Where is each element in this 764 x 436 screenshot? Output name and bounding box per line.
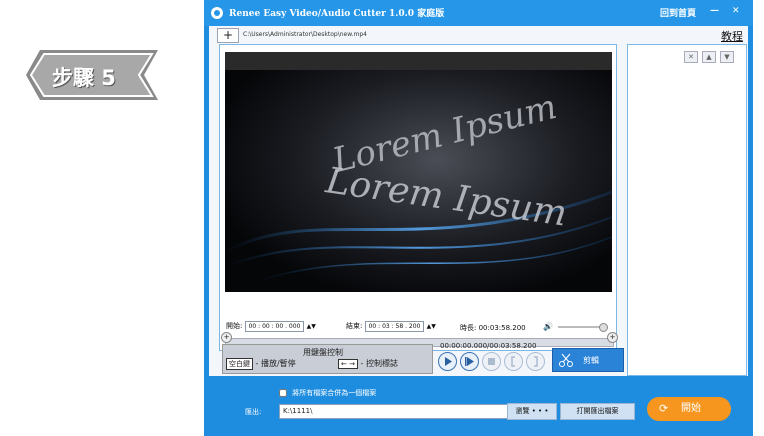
- space-key: 空白鍵: [226, 358, 253, 370]
- keyboard-hint-box: 用鍵盤控制 空白鍵 - 播放/暫停 ← → - 控制標誌: [222, 344, 433, 374]
- play-button[interactable]: [438, 352, 457, 371]
- app-logo-icon: [211, 7, 223, 19]
- stop-icon: [488, 358, 495, 365]
- video-preview[interactable]: Lorem Ipsum Lorem Ipsum: [225, 52, 612, 292]
- close-button[interactable]: ✕: [732, 6, 740, 16]
- tutorial-panel: ✕ ▲ ▼: [627, 44, 747, 376]
- cut-button[interactable]: 剪輯: [552, 348, 624, 372]
- end-marker-icon[interactable]: +: [607, 332, 618, 343]
- scissors-icon: [559, 353, 573, 367]
- end-time-row: 結束: 00 : 03 : 58 . 200 ▲▼: [346, 321, 436, 332]
- start-spinner-icon[interactable]: ▲▼: [307, 323, 316, 330]
- end-label: 結束:: [346, 322, 363, 330]
- main-content: + C:\Users\Administrator\Desktop\new.mp4…: [209, 26, 748, 376]
- space-desc: - 播放/暫停: [255, 359, 296, 368]
- file-path: C:\Users\Administrator\Desktop\new.mp4: [243, 31, 367, 38]
- tutorial-down-button[interactable]: ▼: [720, 51, 734, 63]
- step-badge: 步驟 5: [26, 50, 158, 100]
- start-time-row: 開始: 00 : 00 : 00 . 000 ▲▼: [226, 321, 316, 332]
- volume-slider[interactable]: [558, 323, 608, 332]
- duration-label: 時長:: [460, 324, 477, 332]
- output-label: 匯出:: [245, 408, 262, 416]
- end-spinner-icon[interactable]: ▲▼: [427, 323, 436, 330]
- tutorial-up-button[interactable]: ▲: [702, 51, 716, 63]
- window-title: Renee Easy Video/Audio Cutter 1.0.0 家庭版: [229, 9, 445, 19]
- play-icon: [445, 357, 452, 366]
- title-bar: Renee Easy Video/Audio Cutter 1.0.0 家庭版 …: [204, 0, 753, 26]
- play-selection-button[interactable]: [460, 352, 479, 371]
- open-output-folder-button[interactable]: 打開匯出檔案: [560, 403, 635, 420]
- arrow-hint: ← → - 控制標誌: [338, 358, 398, 369]
- video-panel: Lorem Ipsum Lorem Ipsum 開始: 00 : 00 : 00…: [219, 44, 617, 351]
- step-badge-text: 步驟 5: [52, 66, 116, 90]
- duration-row: 時長: 00:03:58.200: [460, 323, 526, 333]
- tutorial-title[interactable]: 教程: [721, 28, 743, 44]
- start-time-input[interactable]: 00 : 00 : 00 . 000: [244, 321, 305, 332]
- arrow-desc: - 控制標誌: [360, 359, 398, 368]
- bracket-start-icon: [511, 356, 515, 367]
- mark-start-button[interactable]: [504, 352, 523, 371]
- time-display: 00:00:00.000/00:03:58.200: [440, 342, 537, 350]
- refresh-icon: ⟳: [659, 402, 669, 415]
- play-selection-icon: [465, 357, 474, 366]
- minimize-button[interactable]: —: [710, 6, 719, 16]
- merge-checkbox[interactable]: [279, 389, 287, 397]
- app-window: Renee Easy Video/Audio Cutter 1.0.0 家庭版 …: [204, 0, 753, 436]
- start-label: 開始:: [226, 322, 243, 330]
- tutorial-close-button[interactable]: ✕: [684, 51, 698, 63]
- end-time-input[interactable]: 00 : 03 : 58 . 200: [364, 321, 425, 332]
- back-home-button[interactable]: 回到首頁: [660, 6, 696, 19]
- merge-label: 將所有檔案合併為一個檔案: [292, 389, 377, 397]
- keyboard-hint-title: 用鍵盤控制: [303, 348, 343, 357]
- arrow-keys: ← →: [338, 359, 358, 369]
- add-file-button[interactable]: +: [217, 28, 239, 43]
- start-button-label: 開始: [681, 403, 701, 414]
- mark-end-button[interactable]: [526, 352, 545, 371]
- space-hint: 空白鍵 - 播放/暫停: [226, 358, 296, 370]
- bottom-bar: 將所有檔案合併為一個檔案 匯出: K:\1111\ 瀏覽 • • • 打開匯出檔…: [209, 383, 748, 436]
- stop-button[interactable]: [482, 352, 501, 371]
- bracket-end-icon: [534, 356, 538, 367]
- browse-button[interactable]: 瀏覽 • • •: [507, 403, 557, 420]
- duration-value: 00:03:58.200: [478, 324, 526, 332]
- cut-button-label: 剪輯: [583, 356, 599, 365]
- start-button[interactable]: ⟳ 開始: [647, 397, 731, 421]
- output-path-input[interactable]: K:\1111\: [279, 404, 510, 419]
- volume-icon[interactable]: 🔊: [543, 322, 553, 331]
- start-marker-icon[interactable]: +: [221, 332, 232, 343]
- merge-option: 將所有檔案合併為一個檔案: [279, 388, 376, 398]
